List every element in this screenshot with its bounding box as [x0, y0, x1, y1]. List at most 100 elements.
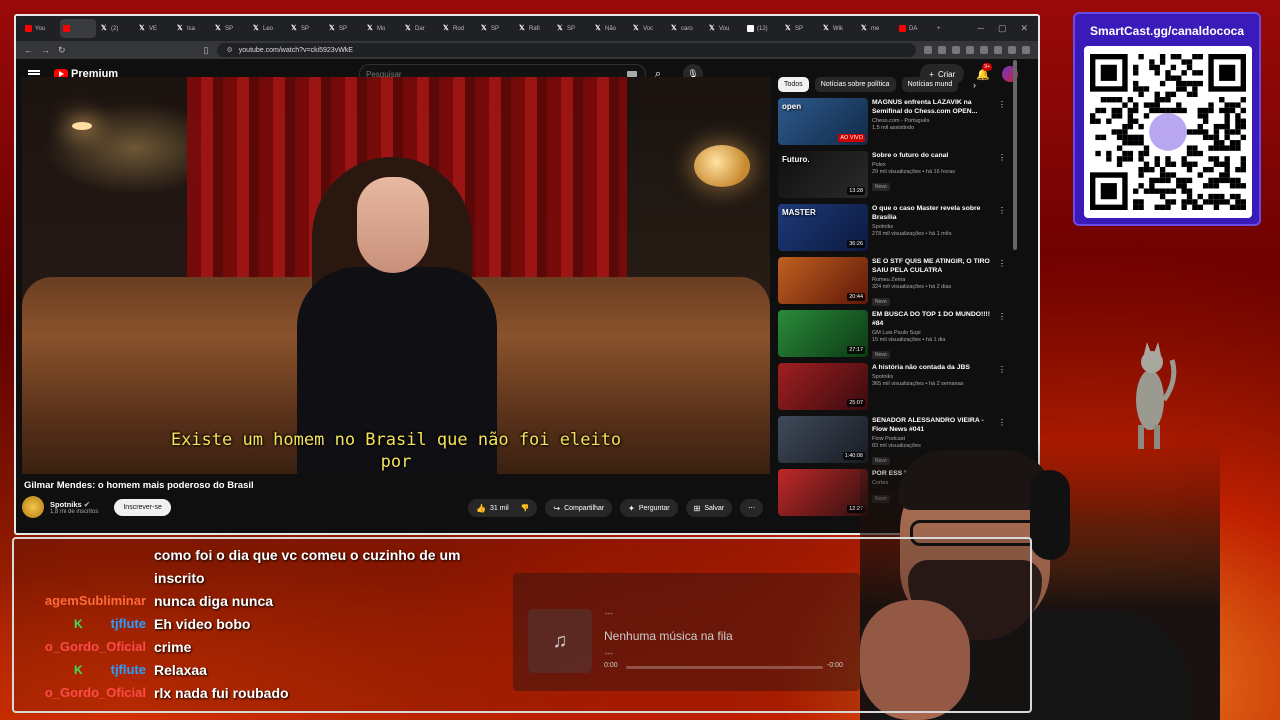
browser-tab[interactable]: You [22, 19, 58, 38]
video-thumbnail[interactable]: open AO VIVO [778, 98, 868, 145]
share-button[interactable]: ↪ Compartilhar [545, 499, 613, 517]
extension-icon[interactable] [966, 46, 974, 54]
browser-tab[interactable]: 𝕏 Vou [706, 19, 742, 38]
chat-message: como foi o dia que vc comeu o cuzinho de… [154, 547, 461, 563]
forward-icon[interactable]: → [41, 45, 50, 55]
filter-chip[interactable]: Notícias sobre política [814, 77, 896, 92]
like-button[interactable]: 👍 31 mil 👎 [468, 499, 538, 517]
close-icon[interactable]: ✕ [1020, 23, 1028, 34]
browser-tab[interactable]: 𝕏 SP [478, 19, 514, 38]
extension-icon[interactable] [924, 46, 932, 54]
browser-tab[interactable]: 𝕏 Isa [174, 19, 210, 38]
browser-tab[interactable]: 𝕏 SP [326, 19, 362, 38]
browser-tab[interactable]: 𝕏me [858, 19, 894, 38]
recommendation-title[interactable]: O que o caso Master revela sobre Brasíli… [872, 204, 996, 222]
recommendation-title[interactable]: SENADOR ALESSANDRO VIEIRA - Flow News #0… [872, 416, 996, 434]
recommendation-channel[interactable]: Spotniks [872, 224, 996, 230]
channel-name[interactable]: Spotniks ✔ [50, 500, 98, 509]
browser-tab[interactable]: 𝕏 Dar [402, 19, 438, 38]
menu-icon[interactable] [1022, 46, 1030, 54]
subscribe-button[interactable]: Inscrever-se [114, 498, 171, 516]
recommendation-title[interactable]: SE O STF QUIS ME ATINGIR, O TIRO SAIU PE… [872, 257, 996, 275]
browser-tab[interactable]: 𝕏 Não [592, 19, 628, 38]
browser-tab[interactable]: 𝕏 SP [554, 19, 590, 38]
channel-avatar[interactable] [22, 496, 44, 518]
extension-icon[interactable] [980, 46, 988, 54]
filter-chip[interactable]: Todos [778, 77, 809, 92]
browser-tab[interactable]: 𝕏caro [668, 19, 704, 38]
back-icon[interactable]: ← [24, 45, 33, 55]
recommendation-title[interactable]: EM BUSCA DO TOP 1 DO MUNDO!!!! #84 [872, 310, 996, 328]
video-subtitle: Existe um homem no Brasil que não foi el… [22, 429, 770, 473]
browser-tab[interactable]: 𝕏 Voc [630, 19, 666, 38]
video-thumbnail[interactable]: 25:07 [778, 363, 868, 410]
video-thumbnail[interactable]: Futuro. 13:28 [778, 151, 868, 198]
video-thumbnail[interactable]: 27:17 [778, 310, 868, 357]
chevron-right-icon[interactable]: › [973, 80, 976, 90]
video-duration: 27:17 [847, 346, 865, 354]
browser-tab[interactable]: (12) [744, 19, 780, 38]
bookmark-icon[interactable]: ▯ [204, 45, 209, 56]
extension-icon[interactable] [938, 46, 946, 54]
new-tab-button[interactable]: + [934, 19, 948, 38]
video-player[interactable]: Existe um homem no Brasil que não foi el… [22, 77, 770, 474]
notifications-button[interactable]: 🔔 9+ [976, 62, 992, 81]
more-vert-icon[interactable]: ⋮ [998, 418, 1006, 427]
recommendation-title[interactable]: A história não contada da JBS [872, 363, 996, 372]
site-info-icon[interactable]: ⚙ [227, 46, 233, 54]
recommendation-channel[interactable]: GM Luis Paulo Supi [872, 330, 996, 336]
video-thumbnail[interactable]: 20:44 [778, 257, 868, 304]
recommendation-channel[interactable]: Spotniks [872, 374, 996, 380]
recommendation-title[interactable]: MAGNUS enfrenta LAZAVIK na Semifinal do … [872, 98, 996, 116]
more-vert-icon[interactable]: ⋮ [998, 365, 1006, 374]
recommendation-channel[interactable]: Chess.com - Português [872, 118, 996, 124]
browser-tab[interactable]: 𝕏 Rod [440, 19, 476, 38]
extension-icon[interactable] [952, 46, 960, 54]
video-title: Gilmar Mendes: o homem mais poderoso do … [24, 480, 254, 491]
ask-button[interactable]: ✦ Perguntar [620, 499, 678, 517]
browser-tab[interactable]: 𝕏 SP [782, 19, 818, 38]
browser-tab[interactable]: 𝕏 (2) [98, 19, 134, 38]
music-artist: --- [605, 609, 613, 618]
more-vert-icon[interactable]: ⋮ [998, 153, 1006, 162]
music-time-start: 0:00 [604, 662, 618, 669]
video-thumbnail[interactable]: 1:40:08 [778, 416, 868, 463]
browser-tab[interactable]: 𝕏 Wik [820, 19, 856, 38]
url-field[interactable]: ⚙ youtube.com/watch?v=cki5923vWkE [216, 43, 916, 57]
browser-tab[interactable]: 𝕏 Mo [364, 19, 400, 38]
filter-chip[interactable]: Notícias mund [901, 77, 959, 92]
recommendation-item[interactable]: open AO VIVO MAGNUS enfrenta LAZAVIK na Se… [778, 98, 1008, 151]
extension-icon[interactable] [1008, 46, 1016, 54]
browser-tab[interactable]: 𝕏 SP [288, 19, 324, 38]
streamer-hair [898, 450, 1052, 510]
recommendation-title[interactable]: Sobre o futuro do canal [872, 151, 996, 160]
browser-tab[interactable]: 𝕏 SP [212, 19, 248, 38]
recommendation-item[interactable]: Futuro. 13:28 Sobre o futuro do canal Polex… [778, 151, 1008, 204]
thumbs-down-icon[interactable]: 👎 [521, 504, 530, 512]
more-vert-icon[interactable]: ⋮ [998, 259, 1006, 268]
more-vert-icon[interactable]: ⋮ [998, 312, 1006, 321]
save-button[interactable]: ⊞ Salvar [685, 499, 733, 517]
recommendation-channel[interactable]: Polex [872, 162, 996, 168]
browser-tab[interactable]: 𝕏 Leo [250, 19, 286, 38]
extension-icon[interactable] [994, 46, 1002, 54]
scrollbar[interactable] [1013, 60, 1017, 250]
recommendation-item[interactable]: 27:17 EM BUSCA DO TOP 1 DO MUNDO!!!! #84 G… [778, 310, 1008, 363]
recommendation-item[interactable]: 25:07 A história não contada da JBS Spotni… [778, 363, 1008, 416]
maximize-icon[interactable]: ▢ [998, 23, 1007, 34]
reload-icon[interactable]: ↻ [58, 45, 66, 56]
recommendation-item[interactable]: 20:44 SE O STF QUIS ME ATINGIR, O TIRO SA… [778, 257, 1008, 310]
more-actions-button[interactable]: ⋯ [740, 499, 764, 517]
browser-tab[interactable]: 𝕏 Rafi [516, 19, 552, 38]
recommendation-item[interactable]: MASTER 36:26 O que o caso Master revela so… [778, 204, 1008, 257]
qr-card: SmartCast.gg/canaldococa [1073, 12, 1261, 226]
browser-tab[interactable] [60, 19, 96, 38]
more-vert-icon[interactable]: ⋮ [998, 100, 1006, 109]
video-thumbnail[interactable]: MASTER 36:26 [778, 204, 868, 251]
browser-tab[interactable]: DA [896, 19, 932, 38]
minimize-icon[interactable]: ─ [978, 23, 984, 34]
more-vert-icon[interactable]: ⋮ [998, 206, 1006, 215]
browser-tab[interactable]: 𝕏 VE [136, 19, 172, 38]
video-thumbnail[interactable]: 12:27 [778, 469, 868, 516]
recommendation-channel[interactable]: Romeu Zema [872, 277, 996, 283]
